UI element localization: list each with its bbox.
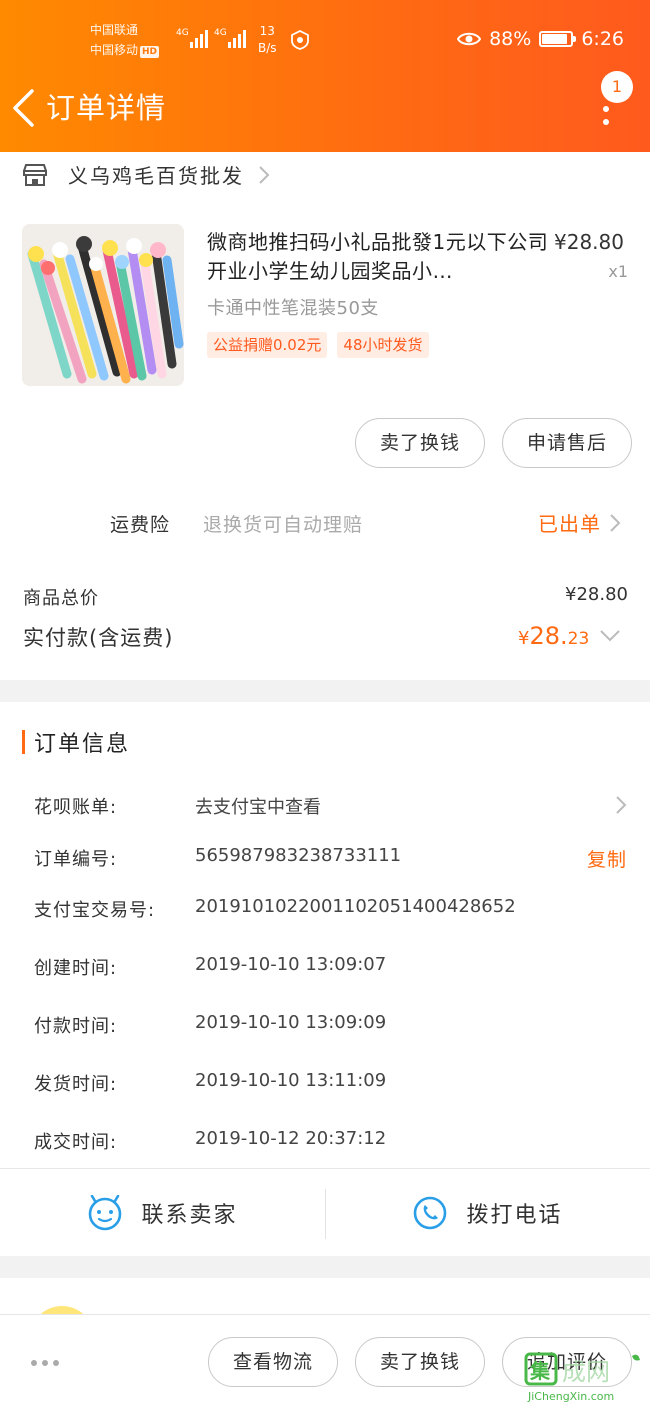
battery-percent: 88%: [489, 28, 532, 50]
contact-bar: 联系卖家 拨打电话: [0, 1168, 650, 1256]
insurance-status-text: 已出单: [538, 512, 601, 536]
paid-integer: 28.: [529, 622, 568, 650]
contact-seller-label: 联系卖家: [141, 1203, 238, 1228]
store-name: 义乌鸡毛百货批发: [68, 164, 244, 188]
order-item-card: 义乌鸡毛百货批发 微商地推扫码小礼品批發1元以下公司开业小学生幼儿园奖品小… ¥…: [0, 152, 650, 680]
battery-fill: [542, 34, 568, 44]
row-key: 订单编号:: [34, 849, 118, 870]
eye-comfort-icon: [457, 32, 482, 46]
right-status: 88% 6:26: [457, 28, 624, 50]
watermark-logo: 集 成网 JiChengXin.com: [524, 1352, 640, 1403]
product-name[interactable]: 微商地推扫码小礼品批發1元以下公司开业小学生幼儿园奖品小…: [207, 228, 552, 286]
row-value: 2019-10-10 13:11:09: [195, 1070, 387, 1091]
message-count-badge[interactable]: 1: [601, 71, 633, 103]
row-value: 去支付宝中查看: [195, 797, 321, 818]
pens-image: [22, 224, 184, 386]
product-price: ¥28.80: [554, 230, 624, 254]
call-phone-label: 拨打电话: [466, 1203, 563, 1228]
chevron-right-icon: [616, 796, 627, 814]
clock: 6:26: [581, 28, 624, 50]
product-quantity: x1: [608, 262, 628, 281]
goods-total-value: ¥28.80: [565, 584, 628, 605]
more-dots-icon[interactable]: [30, 1359, 60, 1367]
row-value: 2019-10-12 20:37:12: [195, 1128, 387, 1149]
title-accent-bar: [22, 730, 25, 754]
signal-icon: 4G 4G: [176, 28, 246, 48]
row-value: 2019-10-10 13:09:09: [195, 1012, 387, 1033]
carrier-2: 中国移动: [90, 43, 139, 57]
order-info-title: 订单信息: [22, 726, 130, 758]
chevron-right-icon: [259, 165, 270, 184]
watermark-url: JiChengXin.com: [527, 1390, 614, 1403]
product-tags: 公益捐赠0.02元 48小时发货: [207, 332, 429, 358]
order-info-card: 订单信息 花呗账单: 去支付宝中查看 订单编号: 565987983238733…: [0, 702, 650, 1168]
order-info-title-text: 订单信息: [34, 732, 131, 757]
row-key: 付款时间:: [34, 1016, 118, 1037]
svg-text:集: 集: [529, 1359, 551, 1383]
carrier-info: 中国联通 中国移动 HD: [90, 20, 160, 60]
sell-for-cash-bottom-button[interactable]: 卖了换钱: [355, 1337, 485, 1387]
store-link[interactable]: 义乌鸡毛百货批发: [22, 160, 270, 189]
phone-icon: [414, 1196, 447, 1230]
status-bar: 中国联通 中国移动 HD 4G 4G 13 B/s 88% 6:26: [0, 0, 650, 80]
alipay-trade-number: 2019101022001102051400428652: [195, 896, 516, 917]
call-phone-button[interactable]: 拨打电话: [325, 1169, 650, 1257]
after-sale-button[interactable]: 申请售后: [502, 418, 632, 468]
speed-unit: B/s: [258, 41, 277, 55]
svg-text:成网: 成网: [562, 1358, 610, 1386]
view-logistics-button[interactable]: 查看物流: [208, 1337, 338, 1387]
net-label-1: 4G: [176, 28, 189, 38]
page-title: 订单详情: [46, 91, 167, 125]
row-value: 2019-10-10 13:09:07: [195, 954, 387, 975]
network-speed: 13 B/s: [258, 23, 277, 57]
product-thumbnail[interactable]: [22, 224, 184, 386]
shield-icon: [291, 30, 309, 50]
paid-decimal: 23: [567, 629, 590, 649]
hd-badge: HD: [140, 46, 160, 58]
paid-currency: ¥: [518, 628, 530, 649]
battery-icon: [539, 31, 577, 47]
shipping-insurance-label: 运费险: [110, 514, 171, 536]
carrier-1: 中国联通: [90, 23, 139, 37]
paid-amount-label: 实付款(含运费): [23, 626, 174, 650]
speed-value: 13: [259, 24, 275, 38]
row-key: 花呗账单:: [34, 797, 118, 818]
row-key: 成交时间:: [34, 1132, 118, 1153]
order-number: 565987983238733111: [195, 845, 402, 866]
paid-amount[interactable]: ¥ 28. 23: [518, 622, 621, 650]
app-header: 中国联通 中国移动 HD 4G 4G 13 B/s 88% 6:26 订单详情 …: [0, 0, 650, 152]
copy-button[interactable]: 复制: [587, 845, 627, 872]
net-label-2: 4G: [214, 28, 227, 38]
chevron-down-icon: [600, 630, 620, 642]
chevron-right-icon: [610, 513, 621, 532]
shipping-insurance-desc: 退换货可自动理赔: [203, 514, 364, 536]
shipping-insurance-status[interactable]: 已出单: [538, 508, 621, 537]
more-menu-icon[interactable]: [598, 98, 614, 128]
back-arrow-icon[interactable]: [10, 88, 36, 128]
charity-tag: 公益捐赠0.02元: [207, 332, 328, 358]
site-watermark: 集 成网 JiChengXin.com: [524, 1350, 642, 1406]
contact-seller-button[interactable]: 联系卖家: [0, 1169, 325, 1257]
row-key: 发货时间:: [34, 1074, 118, 1095]
chat-face-icon: [89, 1195, 122, 1231]
row-key: 支付宝交易号:: [34, 900, 156, 921]
row-key: 创建时间:: [34, 958, 118, 979]
shipping-tag: 48小时发货: [337, 332, 429, 358]
product-spec: 卡通中性笔混装50支: [207, 298, 379, 319]
sell-for-cash-button[interactable]: 卖了换钱: [355, 418, 485, 468]
goods-total-label: 商品总价: [23, 588, 99, 609]
store-icon: [23, 163, 47, 186]
